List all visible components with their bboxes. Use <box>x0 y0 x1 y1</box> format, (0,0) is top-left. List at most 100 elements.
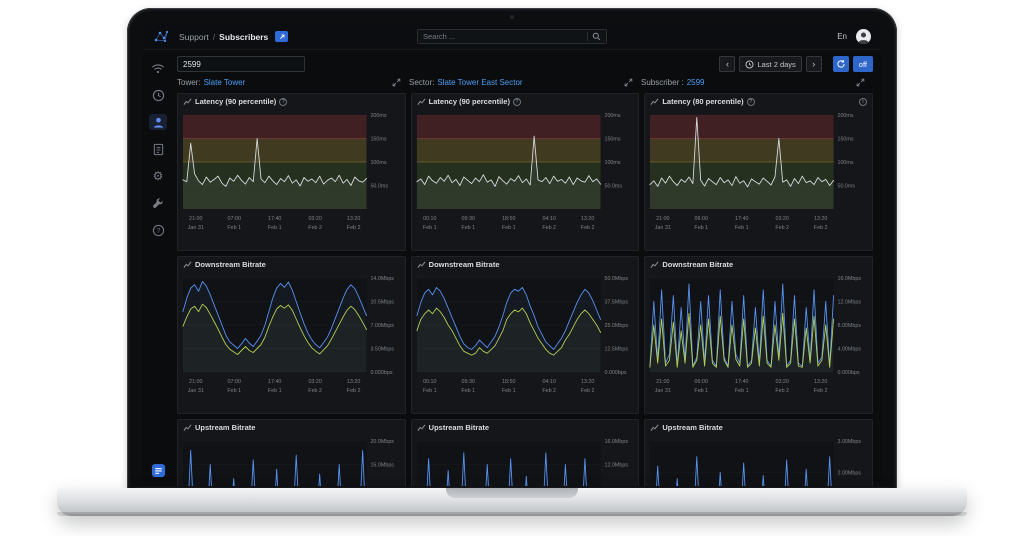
sidebar-item-logs[interactable] <box>149 141 167 157</box>
chart-panel-upstream-2: Upstream Bitrate 16.0Mbps12.0Mbps8.00Mbps… <box>410 419 640 486</box>
sidebar-item-tools[interactable] <box>149 195 167 211</box>
panel-help-icon[interactable]: ? <box>279 97 288 106</box>
logo-icon <box>154 30 169 43</box>
expand-icon[interactable] <box>624 78 633 87</box>
panel-header[interactable]: Latency (90 percentile)? <box>178 94 405 109</box>
panel-help-icon[interactable]: ? <box>746 97 755 106</box>
sidebar: ⚙ ? <box>143 51 173 486</box>
panel-title[interactable]: Latency (80 percentile) <box>662 97 743 106</box>
sidebar-item-wifi[interactable] <box>149 60 167 76</box>
chart-line-icon <box>650 424 659 431</box>
svg-text:Feb 1: Feb 1 <box>695 225 709 231</box>
panel-title[interactable]: Downstream Bitrate <box>662 260 733 269</box>
svg-text:Feb 1: Feb 1 <box>423 388 437 394</box>
breadcrumb-current[interactable]: Subscribers <box>219 32 268 42</box>
sector-value[interactable]: Slate Tower East Sector <box>437 78 522 87</box>
subscriber-search-input[interactable] <box>177 56 305 72</box>
logs-icon <box>153 143 163 155</box>
chart-line-icon <box>183 261 192 268</box>
panel-title[interactable]: Latency (90 percentile) <box>429 97 510 106</box>
svg-text:Feb 2: Feb 2 <box>814 225 828 231</box>
panel-header[interactable]: Upstream Bitrate <box>412 420 639 435</box>
prev-range-button[interactable]: ‹ <box>719 56 736 72</box>
sidebar-item-subscribers[interactable] <box>149 114 167 130</box>
svg-text:Feb 1: Feb 1 <box>735 225 749 231</box>
svg-text:Feb 2: Feb 2 <box>580 225 594 231</box>
panel-header[interactable]: Upstream Bitrate <box>178 420 405 435</box>
expand-icon[interactable] <box>392 78 401 87</box>
svg-text:Feb 2: Feb 2 <box>776 388 790 394</box>
refresh-button[interactable] <box>832 56 849 72</box>
subscriber-value[interactable]: 2599 <box>687 78 705 87</box>
svg-text:06:00: 06:00 <box>695 216 708 222</box>
svg-text:0.000bps: 0.000bps <box>604 370 626 376</box>
svg-text:04:10: 04:10 <box>542 379 555 385</box>
svg-text:21:00: 21:00 <box>189 216 202 222</box>
svg-text:?: ? <box>156 227 160 234</box>
panel-header[interactable]: Downstream Bitrate <box>645 257 872 272</box>
laptop-notch <box>446 488 578 498</box>
svg-text:07:00: 07:00 <box>228 379 241 385</box>
chart-area[interactable]: 16.0Mbps12.0Mbps8.00Mbps4.00Mbps0.000bps… <box>645 272 872 412</box>
clock-icon <box>745 60 754 68</box>
svg-text:200ms: 200ms <box>838 113 854 119</box>
panel-header[interactable]: Downstream Bitrate <box>412 257 639 272</box>
breadcrumb: Support / Subscribers <box>179 31 289 42</box>
panel-title[interactable]: Upstream Bitrate <box>195 423 255 432</box>
tower-value[interactable]: Slate Tower <box>204 78 246 87</box>
chat-icon <box>151 463 165 478</box>
svg-text:13:20: 13:20 <box>347 216 360 222</box>
chart-area[interactable]: 200ms 150ms 100ms 50.0ms 21:00 Jan 31 06:00 Feb… <box>645 109 872 249</box>
time-range-button[interactable]: Last 2 days <box>739 56 802 72</box>
next-range-button[interactable]: › <box>805 56 822 72</box>
panel-header[interactable]: Latency (90 percentile)? <box>412 94 639 109</box>
share-badge[interactable] <box>275 31 289 42</box>
language-selector[interactable]: En <box>837 32 847 41</box>
app-logo[interactable] <box>153 30 169 43</box>
chart-panel-latency-1: Latency (90 percentile)? 200ms 150ms 100ms 5… <box>177 93 406 251</box>
svg-text:3.50Mbps: 3.50Mbps <box>370 346 394 352</box>
panel-title[interactable]: Upstream Bitrate <box>662 423 722 432</box>
svg-text:Feb 1: Feb 1 <box>423 225 437 231</box>
svg-text:Feb 1: Feb 1 <box>502 388 516 394</box>
chart-area[interactable]: 50.0Mbps 37.5Mbps 25.0Mbps 12.5Mbps 0.000bps… <box>412 272 639 412</box>
panel-title[interactable]: Upstream Bitrate <box>429 423 489 432</box>
search-input[interactable]: Search ... <box>417 29 607 44</box>
sidebar-item-settings[interactable]: ⚙ <box>149 168 167 184</box>
chart-area[interactable]: 200ms 150ms 100ms 50.0ms 21:00 Jan 31 07:00 Feb… <box>178 109 405 249</box>
panel-header[interactable]: Latency (80 percentile)? i <box>645 94 872 109</box>
avatar[interactable] <box>856 29 871 44</box>
svg-text:Feb 1: Feb 1 <box>268 388 282 394</box>
panel-header[interactable]: Upstream Bitrate <box>645 420 872 435</box>
svg-text:03:20: 03:20 <box>308 216 321 222</box>
panel-help-icon[interactable]: ? <box>512 97 521 106</box>
panel-title[interactable]: Downstream Bitrate <box>195 260 266 269</box>
chart-area[interactable]: 14.0Mbps 10.5Mbps 7.00Mbps 3.50Mbps 0.000bps… <box>178 272 405 412</box>
chart-panel-latency-3: Latency (80 percentile)? i 200ms 150ms 100ms… <box>644 93 873 251</box>
search-icon[interactable] <box>587 32 601 41</box>
chart-area[interactable]: 16.0Mbps12.0Mbps8.00Mbps4.00Mbps0.000bps… <box>412 435 639 486</box>
svg-text:09:30: 09:30 <box>461 216 474 222</box>
svg-text:50.0ms: 50.0ms <box>838 183 856 189</box>
panel-title[interactable]: Latency (90 percentile) <box>195 97 276 106</box>
svg-text:Feb 1: Feb 1 <box>461 225 475 231</box>
sidebar-item-help[interactable]: ? <box>149 222 167 238</box>
svg-text:100ms: 100ms <box>370 160 386 166</box>
chart-area[interactable]: 200ms 150ms 100ms 50.0ms 00:10 Feb 1 09:30 Feb … <box>412 109 639 249</box>
chart-line-icon <box>417 424 426 431</box>
panel-header[interactable]: Downstream Bitrate <box>178 257 405 272</box>
auto-refresh-toggle[interactable]: off <box>852 56 873 72</box>
svg-text:18:50: 18:50 <box>502 216 515 222</box>
panel-title[interactable]: Downstream Bitrate <box>429 260 500 269</box>
panel-info-icon[interactable]: i <box>859 97 867 106</box>
context-bar: Tower: Slate Tower Sector: Slate Tower E… <box>177 78 873 87</box>
sidebar-item-chat[interactable] <box>151 463 166 478</box>
svg-text:13:20: 13:20 <box>581 379 594 385</box>
chart-area[interactable]: 20.0Mbps15.0Mbps10.0Mbps5.00Mbps0.000bps… <box>178 435 405 486</box>
chart-area[interactable]: 3.00Mbps2.00Mbps1.00Mbps0.000bps21:00Jan… <box>645 435 872 486</box>
sector-filter: Sector: Slate Tower East Sector <box>409 78 641 87</box>
breadcrumb-section[interactable]: Support <box>179 32 209 42</box>
expand-icon[interactable] <box>856 78 865 87</box>
svg-text:100ms: 100ms <box>838 160 854 166</box>
sidebar-item-history[interactable] <box>149 87 167 103</box>
